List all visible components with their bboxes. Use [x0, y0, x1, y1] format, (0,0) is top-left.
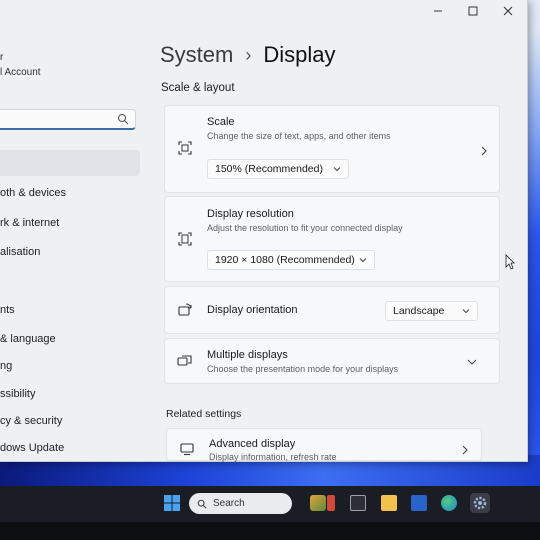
resolution-subtitle: Adjust the resolution to fit your connec…	[207, 223, 403, 233]
edge-browser-icon[interactable]	[441, 495, 457, 511]
advanced-display-title: Advanced display	[209, 438, 296, 450]
user-account-label: l Account	[0, 67, 41, 78]
scale-icon	[178, 141, 192, 155]
search-icon	[117, 113, 129, 125]
task-view-icon[interactable]	[350, 495, 366, 511]
resolution-icon	[178, 232, 192, 246]
scale-subtitle: Change the size of text, apps, and other…	[207, 131, 391, 141]
sidebar-item-windows-update[interactable]: dows Update	[0, 442, 64, 454]
taskbar-search-label: Search	[213, 498, 245, 509]
maximize-button[interactable]	[463, 3, 483, 19]
chevron-down-icon	[359, 258, 367, 263]
sidebar-item-system-selected[interactable]	[0, 150, 140, 176]
resolution-dropdown[interactable]: 1920 × 1080 (Recommended)	[207, 250, 375, 270]
multiple-displays-subtitle: Choose the presentation mode for your di…	[207, 364, 399, 374]
taskbar: Search	[0, 486, 540, 522]
multiple-displays-icon	[177, 355, 192, 366]
settings-search-input[interactable]	[0, 109, 136, 130]
scale-dropdown-value: 150% (Recommended)	[215, 163, 323, 175]
advanced-display-card[interactable]: Advanced display Display information, re…	[166, 428, 482, 462]
section-heading-scale-layout: Scale & layout	[161, 82, 235, 94]
maximize-icon	[468, 6, 478, 16]
taskbar-search-box[interactable]: Search	[189, 493, 292, 514]
user-name: r	[0, 52, 4, 63]
sidebar-item-bluetooth-devices[interactable]: oth & devices	[0, 187, 66, 199]
sidebar-item-time-language[interactable]: & language	[0, 333, 56, 345]
chevron-down-icon	[333, 167, 341, 172]
scale-title: Scale	[207, 116, 235, 128]
page-title: Display	[263, 42, 336, 67]
scale-card[interactable]: Scale Change the size of text, apps, and…	[164, 105, 500, 193]
chevron-right-icon	[481, 146, 487, 156]
display-orientation-card: Display orientation Landscape	[164, 286, 500, 334]
gear-icon	[473, 496, 487, 510]
search-icon	[197, 499, 207, 509]
sidebar-item-network-internet[interactable]: rk & internet	[0, 217, 59, 229]
widgets-icon[interactable]	[310, 495, 326, 511]
sidebar-item-accounts[interactable]: nts	[0, 304, 15, 316]
settings-window: r l Account oth & devices rk & internet …	[0, 0, 528, 462]
close-icon	[503, 6, 513, 16]
orientation-dropdown-value: Landscape	[393, 305, 445, 317]
scale-dropdown[interactable]: 150% (Recommended)	[207, 159, 349, 179]
close-button[interactable]	[498, 3, 518, 19]
mouse-cursor-icon	[505, 254, 515, 270]
sidebar: r l Account oth & devices rk & internet …	[0, 0, 150, 461]
display-resolution-card: Display resolution Adjust the resolution…	[164, 196, 500, 282]
orientation-title: Display orientation	[207, 304, 298, 316]
sidebar-item-personalisation[interactable]: alisation	[0, 246, 40, 258]
orientation-dropdown[interactable]: Landscape	[385, 301, 478, 321]
screen-bezel	[0, 522, 540, 540]
breadcrumb-system-link[interactable]: System	[160, 42, 233, 68]
multiple-displays-title: Multiple displays	[207, 349, 288, 361]
store-icon[interactable]	[411, 495, 427, 511]
resolution-dropdown-value: 1920 × 1080 (Recommended)	[215, 254, 355, 266]
windows-start-icon[interactable]	[163, 494, 181, 512]
chevron-down-icon	[467, 359, 477, 365]
orientation-icon	[178, 303, 192, 316]
minimize-icon	[434, 10, 442, 12]
section-heading-related-settings: Related settings	[166, 408, 242, 420]
breadcrumb: System › Display	[160, 42, 336, 68]
file-explorer-icon[interactable]	[381, 495, 397, 511]
sidebar-item-privacy-security[interactable]: cy & security	[0, 415, 62, 427]
chevron-down-icon	[462, 309, 470, 314]
advanced-display-subtitle: Display information, refresh rate	[209, 452, 337, 462]
chevron-right-icon	[462, 445, 468, 455]
settings-app-active[interactable]	[470, 493, 490, 513]
resolution-title: Display resolution	[207, 208, 294, 220]
sidebar-item-accessibility[interactable]: ssibility	[0, 388, 35, 400]
breadcrumb-separator: ›	[245, 44, 252, 65]
sidebar-item-gaming[interactable]: ng	[0, 360, 12, 372]
monitor-icon	[180, 443, 194, 456]
minimize-button[interactable]	[428, 3, 448, 19]
multiple-displays-card[interactable]: Multiple displays Choose the presentatio…	[164, 338, 500, 384]
widgets-badge-icon	[327, 495, 335, 511]
